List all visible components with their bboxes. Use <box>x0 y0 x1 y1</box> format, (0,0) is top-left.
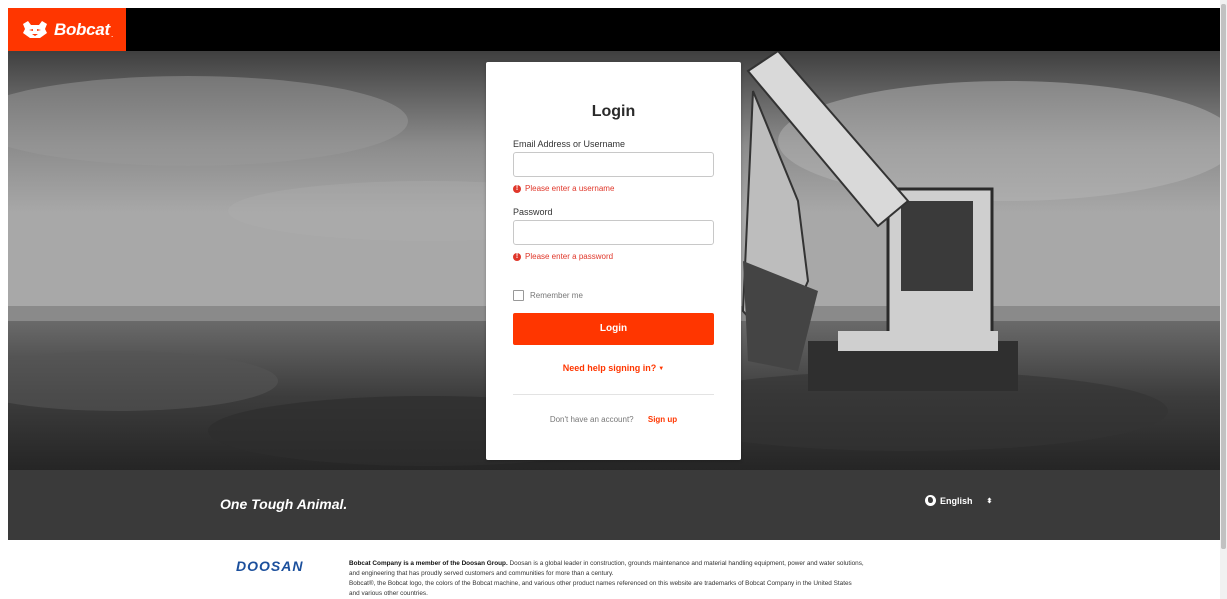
password-error: ! Please enter a password <box>513 252 613 261</box>
bobcat-logo[interactable]: Bobcat . <box>8 8 126 51</box>
language-label: English <box>940 495 973 506</box>
remember-label: Remember me <box>530 291 583 300</box>
signup-row: Don't have an account? Sign up <box>486 415 741 424</box>
globe-icon <box>925 495 936 506</box>
login-card: Login Email Address or Username ! Please… <box>486 62 741 460</box>
login-title: Login <box>591 103 636 120</box>
brand-name: Bobcat <box>54 19 110 39</box>
checkbox-icon[interactable] <box>513 290 524 301</box>
footer-band: One Tough Animal. English ⬍ <box>8 470 1220 540</box>
legal-line1: Doosan is a global leader in constructio… <box>507 560 864 567</box>
legal-bold: Bobcat Company is a member of the Doosan… <box>349 560 508 567</box>
error-icon: ! <box>513 252 521 261</box>
username-label: Email Address or Username <box>513 139 626 149</box>
brand-mark: . <box>110 28 114 39</box>
username-input[interactable] <box>513 152 714 177</box>
scrollbar-thumb[interactable] <box>1221 4 1226 549</box>
password-input[interactable] <box>513 220 714 245</box>
password-label: Password <box>513 207 553 217</box>
language-selector[interactable]: English ⬍ <box>925 495 992 506</box>
caret-down-icon: ▼ <box>658 366 665 372</box>
remember-me[interactable]: Remember me <box>513 290 583 301</box>
help-label: Need help signing in? <box>562 363 657 373</box>
help-signing-in-link[interactable]: Need help signing in? ▼ <box>486 363 741 373</box>
bobcat-logo-icon <box>23 20 47 38</box>
username-error: ! Please enter a username <box>513 184 614 193</box>
no-account-text: Don't have an account? <box>549 415 634 424</box>
legal-text: Bobcat Company is a member of the Doosan… <box>349 559 1024 599</box>
login-button[interactable]: Login <box>513 313 714 345</box>
doosan-logo[interactable]: DOOSAN <box>236 558 303 574</box>
divider <box>513 394 714 395</box>
tagline: One Tough Animal. <box>220 496 348 512</box>
error-icon: ! <box>513 184 521 193</box>
legal-line2: and engineering that has proudly served … <box>349 570 614 577</box>
legal-line3: Bobcat®, the Bobcat logo, the colors of … <box>349 580 852 587</box>
legal-line4: and various other countries. <box>349 590 428 597</box>
select-arrows-icon: ⬍ <box>986 497 993 505</box>
page-scrollbar[interactable] <box>1220 0 1227 599</box>
password-error-text: Please enter a password <box>525 252 614 261</box>
top-header: Bobcat . <box>8 8 1220 51</box>
username-error-text: Please enter a username <box>525 184 615 193</box>
signup-link[interactable]: Sign up <box>648 415 677 424</box>
